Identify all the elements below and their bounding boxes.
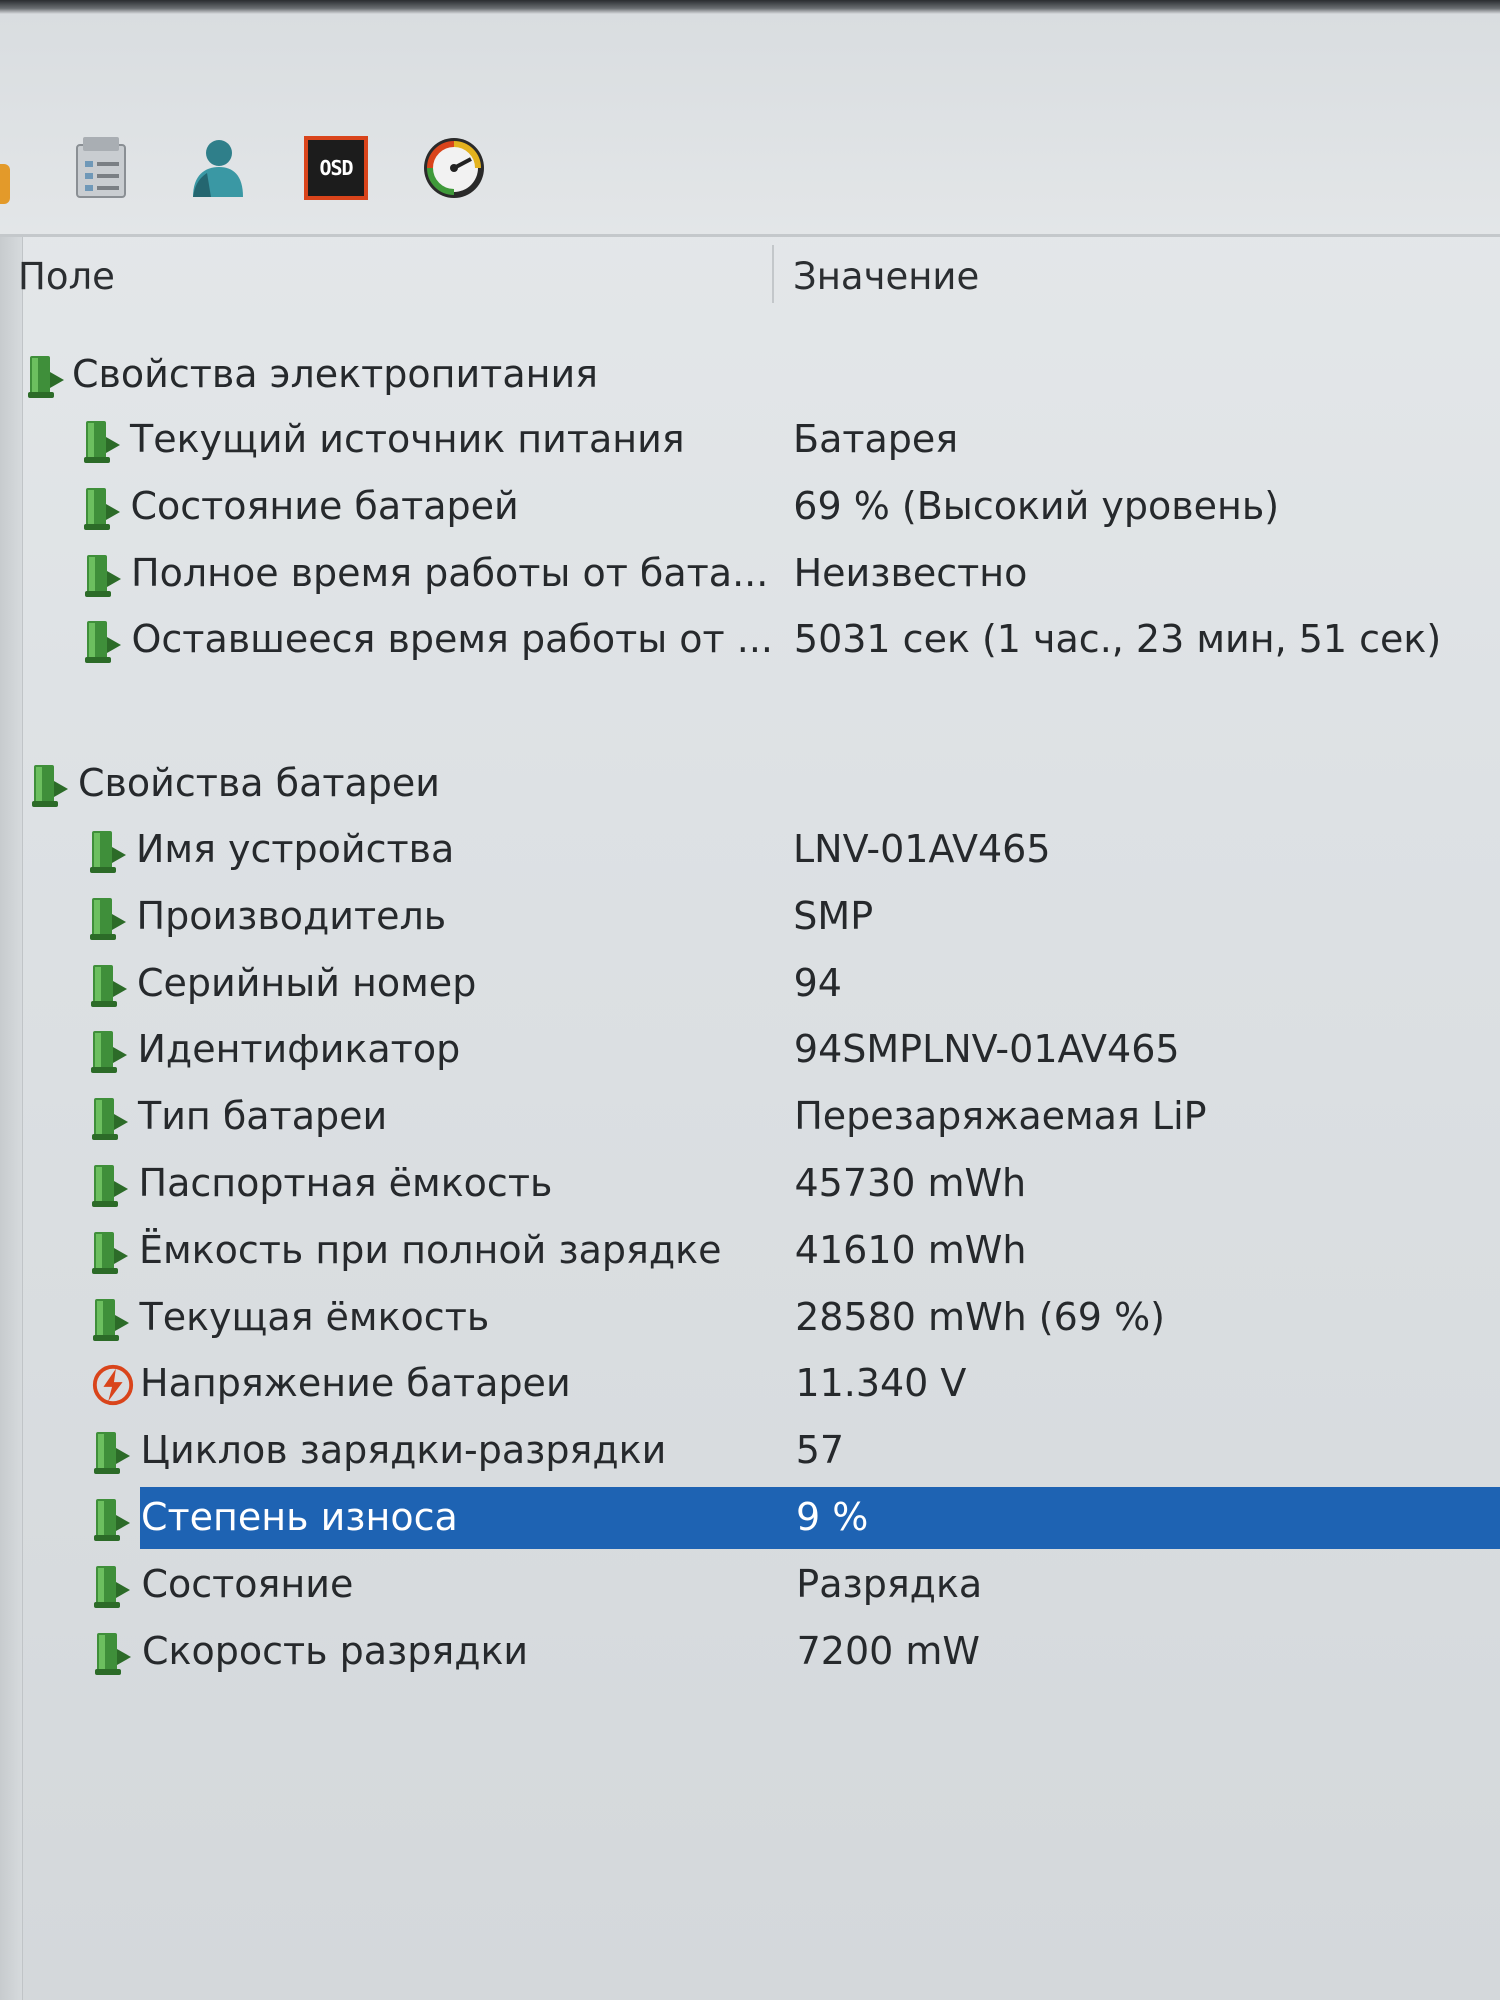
- list-item[interactable]: Состояние Разрядка: [0, 1552, 1500, 1618]
- group-row[interactable]: Свойства батареи: [0, 751, 1500, 817]
- battery-icon: [93, 1631, 135, 1677]
- battery-icon: [26, 354, 68, 400]
- battery-icon: [88, 829, 130, 875]
- column-separator[interactable]: [772, 245, 774, 303]
- field-label: Имя устройства: [136, 827, 455, 871]
- battery-icon: [90, 1230, 132, 1276]
- field-label: Серийный номер: [137, 960, 477, 1005]
- battery-icon: [82, 419, 124, 465]
- battery-icon: [91, 1297, 133, 1343]
- group-row[interactable]: Свойства электропитания: [0, 342, 1500, 408]
- user-icon: [193, 140, 243, 197]
- field-value: Разрядка: [796, 1561, 983, 1606]
- field-value: 45730 mWh: [794, 1161, 1027, 1205]
- list-item[interactable]: Ёмкость при полной зарядке 41610 mWh: [0, 1218, 1500, 1284]
- list-item[interactable]: Полное время работы от бата... Неизвестно: [0, 541, 1500, 607]
- field-value: SMP: [793, 893, 874, 938]
- field-value: 5031 сек (1 час., 23 мин, 51 сек): [793, 617, 1442, 662]
- field-value: 9 %: [796, 1495, 869, 1539]
- field-label: Текущий источник питания: [130, 417, 685, 461]
- window-top-edge: [0, 0, 1500, 14]
- toolbar: OSD: [0, 14, 1500, 237]
- field-label: Паспортная ёмкость: [138, 1161, 553, 1205]
- field-value: Батарея: [793, 417, 959, 461]
- battery-icon: [92, 1430, 134, 1476]
- osd-button[interactable]: OSD: [300, 132, 372, 204]
- list-item[interactable]: Тип батареи Перезаряжаемая LiP: [0, 1084, 1500, 1150]
- list-item[interactable]: Текущий источник питания Батарея: [0, 407, 1500, 473]
- aida-battery-window: OSD Поле Значение Свойства электропитани…: [0, 0, 1500, 2000]
- battery-icon: [88, 896, 130, 942]
- field-label: Ёмкость при полной зарядке: [139, 1227, 722, 1272]
- gauge-icon: [424, 138, 484, 198]
- battery-icon: [83, 619, 125, 665]
- list-item[interactable]: Состояние батарей 69 % (Высокий уровень): [0, 474, 1500, 540]
- field-value: 41610 mWh: [794, 1227, 1027, 1272]
- osd-icon: OSD: [304, 136, 368, 200]
- column-header-field[interactable]: Поле: [18, 255, 115, 298]
- battery-icon: [30, 763, 72, 809]
- list-item[interactable]: Напряжение батареи 11.340 V: [0, 1351, 1500, 1417]
- task-list-icon: [76, 137, 126, 198]
- list-header: Поле Значение: [0, 237, 1500, 305]
- list-item[interactable]: Оставшееся время работы от ... 5031 сек (…: [0, 607, 1500, 673]
- field-label: Текущая ёмкость: [139, 1294, 490, 1339]
- list-item[interactable]: Серийный номер 94: [0, 951, 1500, 1017]
- battery-icon: [92, 1564, 134, 1610]
- list-item[interactable]: Имя устройства LNV-01AV465: [0, 817, 1500, 883]
- column-header-value[interactable]: Значение: [793, 255, 979, 298]
- toolbar-edge-button[interactable]: [0, 164, 10, 204]
- battery-icon: [89, 1029, 131, 1075]
- field-value: 94: [793, 960, 842, 1005]
- battery-icon: [89, 963, 131, 1009]
- field-label: Идентификатор: [137, 1027, 461, 1072]
- list-item[interactable]: Скорость разрядки 7200 mW: [0, 1619, 1500, 1685]
- list-item[interactable]: Циклов зарядки-разрядки 57: [0, 1418, 1500, 1484]
- battery-icon: [83, 553, 125, 599]
- list-item[interactable]: Текущая ёмкость 28580 mWh (69 %): [0, 1285, 1500, 1351]
- field-label: Степень износа: [141, 1495, 458, 1539]
- field-label: Полное время работы от бата...: [131, 550, 769, 595]
- field-value: LNV-01AV465: [793, 827, 1051, 871]
- field-value: 57: [795, 1428, 845, 1473]
- field-value: Перезаряжаемая LiP: [794, 1094, 1207, 1139]
- field-value: 28580 mWh (69 %): [795, 1294, 1165, 1339]
- list-item[interactable]: Производитель SMP: [0, 884, 1500, 950]
- field-label: Состояние батарей: [130, 483, 519, 528]
- task-list-button[interactable]: [66, 132, 138, 204]
- group-title: Свойства батареи: [78, 761, 441, 805]
- field-label: Скорость разрядки: [142, 1628, 529, 1673]
- field-value: 69 % (Высокий уровень): [793, 483, 1280, 528]
- field-label: Тип батареи: [138, 1094, 388, 1139]
- list-item[interactable]: Паспортная ёмкость 45730 mWh: [0, 1151, 1500, 1217]
- field-label: Напряжение батареи: [140, 1361, 571, 1406]
- field-value: 94SMPLNV-01AV465: [793, 1027, 1180, 1072]
- field-label: Состояние: [141, 1561, 354, 1606]
- battery-icon: [82, 486, 124, 532]
- field-value: Неизвестно: [793, 550, 1028, 595]
- list-item-selected[interactable]: Степень износа 9 %: [0, 1485, 1500, 1551]
- voltage-icon: [91, 1363, 134, 1409]
- field-label: Циклов зарядки-разрядки: [140, 1428, 667, 1473]
- battery-icon: [90, 1163, 132, 1209]
- property-list: Поле Значение Свойства электропитания Тек…: [0, 237, 1500, 2000]
- user-button[interactable]: [180, 132, 252, 204]
- field-value: 7200 mW: [796, 1628, 980, 1673]
- field-label: Оставшееся время работы от ...: [131, 617, 774, 662]
- battery-icon: [90, 1096, 132, 1142]
- list-item[interactable]: Идентификатор 94SMPLNV-01AV465: [0, 1017, 1500, 1083]
- field-label: Производитель: [136, 893, 447, 938]
- gauge-button[interactable]: [418, 132, 490, 204]
- battery-icon: [92, 1497, 134, 1543]
- field-value: 11.340 V: [795, 1361, 967, 1406]
- group-title: Свойства электропитания: [72, 352, 599, 396]
